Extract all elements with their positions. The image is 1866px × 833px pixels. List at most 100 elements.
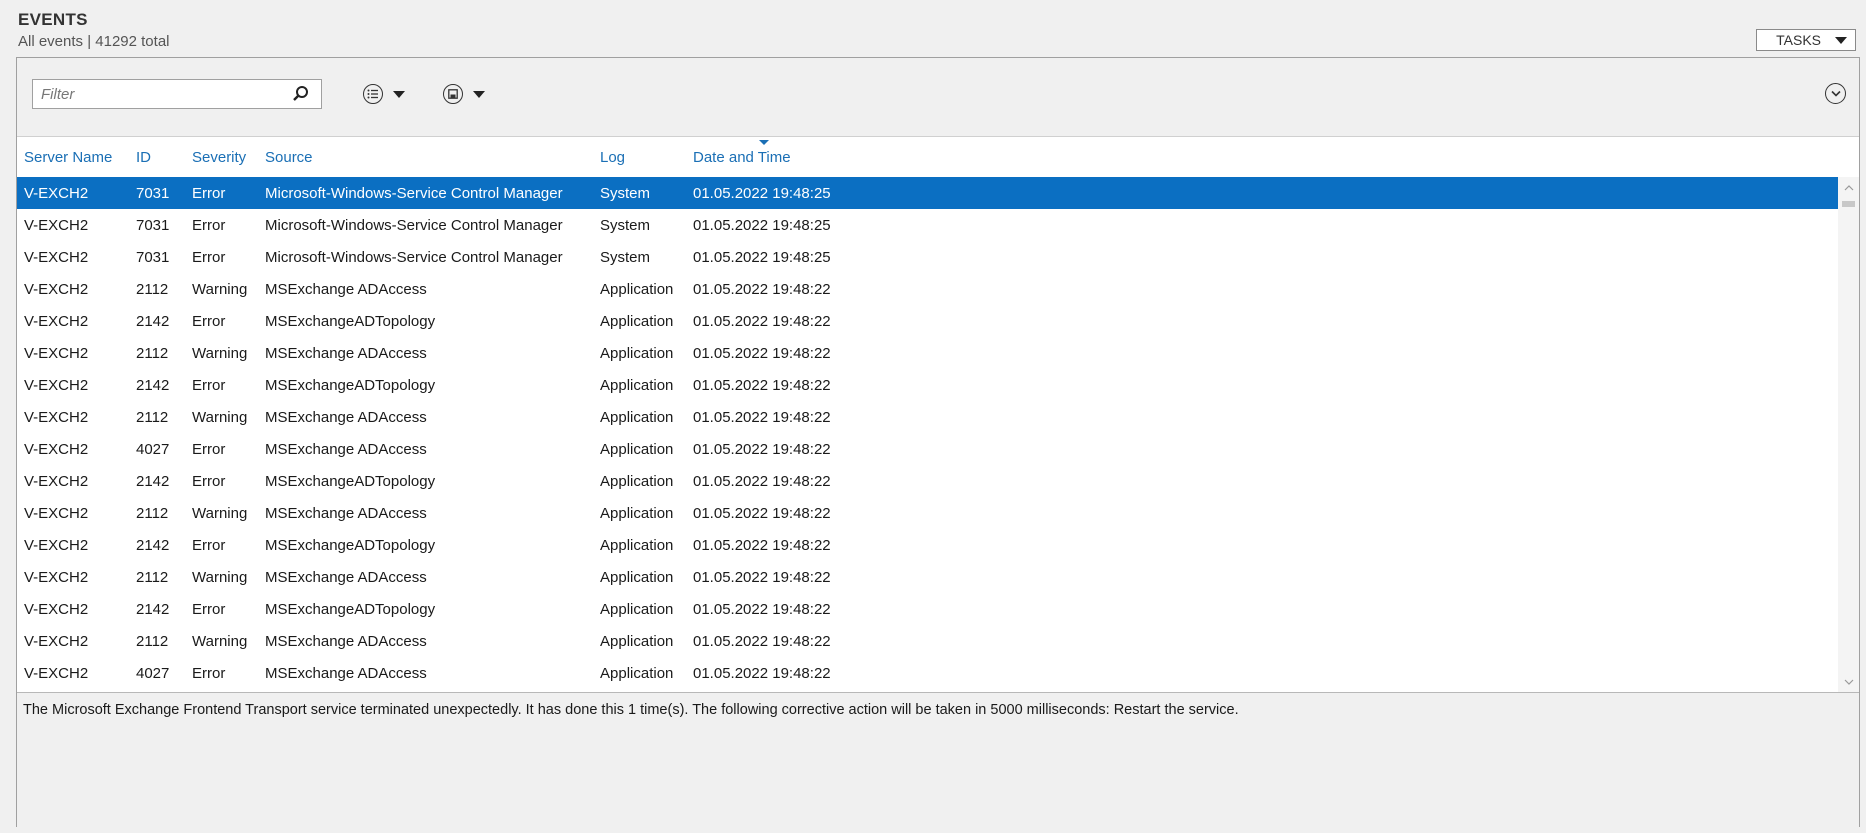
cell-source: Microsoft-Windows-Service Control Manage… — [265, 249, 563, 266]
event-detail-pane: The Microsoft Exchange Frontend Transpor… — [17, 692, 1859, 833]
cell-severity: Error — [192, 537, 226, 554]
scroll-up-icon[interactable] — [1838, 177, 1859, 199]
cell-source: MSExchange ADAccess — [265, 281, 427, 298]
column-header-severity[interactable]: Severity — [192, 149, 246, 166]
cell-log: Application — [600, 473, 674, 490]
table-row[interactable]: V-EXCH2 2112 Warning MSExchange ADAccess App… — [17, 273, 1838, 305]
table-row[interactable]: V-EXCH2 7031 Error Microsoft-Windows-Servic… — [17, 177, 1838, 209]
cell-severity: Error — [192, 665, 226, 682]
table-row[interactable]: V-EXCH2 4027 Error MSExchange ADAccess Appli… — [17, 433, 1838, 465]
cell-server-name: V-EXCH2 — [24, 601, 89, 618]
sort-descending-icon — [759, 140, 769, 145]
cell-server-name: V-EXCH2 — [24, 217, 89, 234]
cell-severity: Warning — [192, 345, 248, 362]
column-header-id[interactable]: ID — [136, 149, 151, 166]
cell-id: 2112 — [136, 409, 169, 426]
save-options-dropdown[interactable] — [443, 80, 485, 108]
toolbar — [17, 58, 1859, 136]
scroll-down-icon[interactable] — [1838, 671, 1859, 693]
cell-log: Application — [600, 281, 674, 298]
page-title: EVENTS — [18, 10, 88, 29]
caret-down-icon — [473, 90, 485, 98]
table-row[interactable]: V-EXCH2 2112 Warning MSExchange ADAccess App… — [17, 497, 1838, 529]
tasks-label: TASKS — [1776, 32, 1821, 48]
cell-log: Application — [600, 665, 674, 682]
tasks-button[interactable]: TASKS — [1756, 29, 1856, 51]
cell-id: 2112 — [136, 505, 169, 522]
table-row[interactable]: V-EXCH2 2142 Error MSExchangeADTopology Appl… — [17, 369, 1838, 401]
cell-severity: Error — [192, 473, 226, 490]
cell-severity: Error — [192, 313, 226, 330]
table-row[interactable]: V-EXCH2 2142 Error MSExchangeADTopology Appl… — [17, 593, 1838, 625]
cell-source: MSExchangeADTopology — [265, 537, 436, 554]
cell-id: 2142 — [136, 473, 170, 490]
column-header-date-time[interactable]: Date and Time — [693, 149, 791, 166]
column-header-log[interactable]: Log — [600, 149, 625, 166]
cell-log: Application — [600, 313, 674, 330]
cell-date-time: 01.05.2022 19:48:22 — [693, 505, 831, 522]
cell-source: MSExchangeADTopology — [265, 601, 436, 618]
table-row[interactable]: V-EXCH2 2112 Warning MSExchange ADAccess App… — [17, 625, 1838, 657]
cell-severity: Error — [192, 249, 226, 266]
table-row[interactable]: V-EXCH2 2112 Warning MSExchange ADAccess App… — [17, 337, 1838, 369]
cell-source: MSExchange ADAccess — [265, 665, 427, 682]
cell-severity: Warning — [192, 409, 248, 426]
cell-date-time: 01.05.2022 19:48:22 — [693, 473, 831, 490]
cell-date-time: 01.05.2022 19:48:25 — [693, 217, 831, 234]
table-row[interactable]: V-EXCH2 7031 Error Microsoft-Windows-Servic… — [17, 209, 1838, 241]
vertical-scrollbar[interactable] — [1838, 177, 1859, 693]
cell-log: Application — [600, 601, 674, 618]
cell-id: 2112 — [136, 281, 169, 298]
filter-input[interactable] — [33, 80, 289, 108]
table-row[interactable]: V-EXCH2 2142 Error MSExchangeADTopology Appl… — [17, 465, 1838, 497]
cell-log: Application — [600, 505, 674, 522]
cell-source: MSExchange ADAccess — [265, 569, 427, 586]
search-icon[interactable] — [289, 85, 313, 103]
cell-date-time: 01.05.2022 19:48:22 — [693, 633, 831, 650]
column-header-server-name[interactable]: Server Name — [24, 149, 112, 166]
table-row[interactable]: V-EXCH2 4027 Error MSExchange ADAccess Appli… — [17, 657, 1838, 689]
cell-id: 2112 — [136, 345, 169, 362]
chevron-down-icon[interactable] — [1825, 83, 1846, 104]
cell-id: 7031 — [136, 217, 170, 234]
cell-severity: Error — [192, 185, 226, 202]
cell-source: MSExchangeADTopology — [265, 377, 436, 394]
cell-log: System — [600, 185, 651, 202]
event-detail-text: The Microsoft Exchange Frontend Transpor… — [23, 702, 1239, 718]
cell-server-name: V-EXCH2 — [24, 249, 89, 266]
cell-source: Microsoft-Windows-Service Control Manage… — [265, 185, 563, 202]
cell-server-name: V-EXCH2 — [24, 569, 89, 586]
cell-id: 4027 — [136, 665, 170, 682]
cell-severity: Error — [192, 441, 226, 458]
cell-severity: Warning — [192, 281, 248, 298]
grid-header: Server Name ID Severity Source Log Date … — [17, 137, 1859, 178]
cell-server-name: V-EXCH2 — [24, 345, 89, 362]
events-panel: Server Name ID Severity Source Log Date … — [16, 57, 1860, 833]
cell-log: System — [600, 249, 651, 266]
scroll-thumb[interactable] — [1842, 201, 1855, 207]
cell-severity: Warning — [192, 505, 248, 522]
cell-date-time: 01.05.2022 19:48:25 — [693, 249, 831, 266]
cell-source: MSExchange ADAccess — [265, 409, 427, 426]
cell-date-time: 01.05.2022 19:48:22 — [693, 537, 831, 554]
cell-server-name: V-EXCH2 — [24, 409, 89, 426]
table-row[interactable]: V-EXCH2 2112 Warning MSExchange ADAccess App… — [17, 561, 1838, 593]
cell-id: 2112 — [136, 569, 169, 586]
cell-id: 7031 — [136, 185, 170, 202]
table-row[interactable]: V-EXCH2 2112 Warning MSExchange ADAccess App… — [17, 401, 1838, 433]
cell-log: Application — [600, 441, 674, 458]
events-grid: Server Name ID Severity Source Log Date … — [17, 136, 1859, 693]
cell-date-time: 01.05.2022 19:48:22 — [693, 409, 831, 426]
cell-source: MSExchangeADTopology — [265, 473, 436, 490]
view-options-dropdown[interactable] — [363, 80, 405, 108]
table-row[interactable]: V-EXCH2 7031 Error Microsoft-Windows-Servic… — [17, 241, 1838, 273]
cell-log: Application — [600, 345, 674, 362]
cell-log: System — [600, 217, 651, 234]
table-row[interactable]: V-EXCH2 2142 Error MSExchangeADTopology Appl… — [17, 305, 1838, 337]
column-header-source[interactable]: Source — [265, 149, 313, 166]
cell-log: Application — [600, 633, 674, 650]
table-row[interactable]: V-EXCH2 2142 Error MSExchangeADTopology Appl… — [17, 529, 1838, 561]
page-subtitle: All events | 41292 total — [18, 33, 170, 50]
cell-source: MSExchange ADAccess — [265, 441, 427, 458]
cell-server-name: V-EXCH2 — [24, 377, 89, 394]
